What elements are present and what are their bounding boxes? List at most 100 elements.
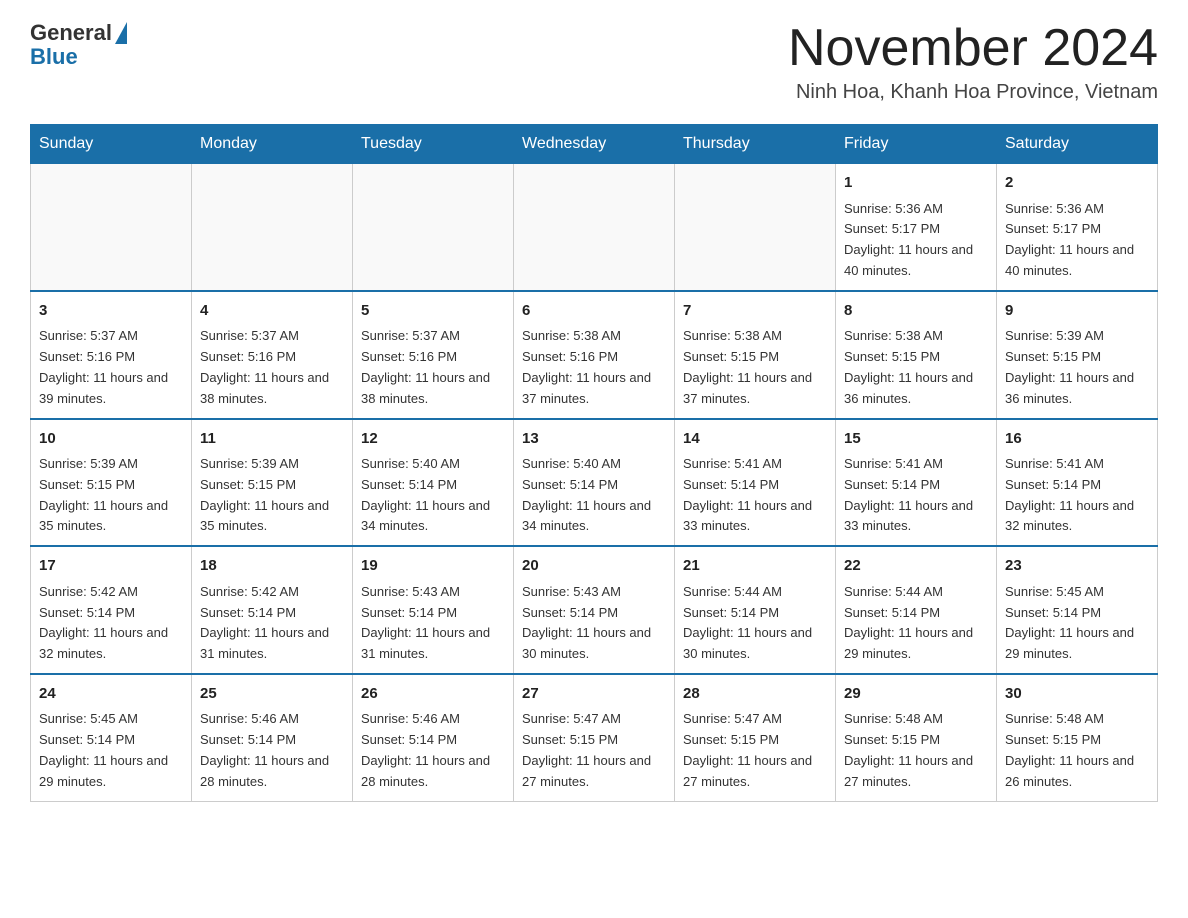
day-number: 9 bbox=[1005, 300, 1149, 323]
calendar-cell: 23Sunrise: 5:45 AM Sunset: 5:14 PM Dayli… bbox=[997, 546, 1158, 674]
day-info: Sunrise: 5:40 AM Sunset: 5:14 PM Dayligh… bbox=[361, 454, 505, 537]
day-number: 27 bbox=[522, 683, 666, 706]
day-info: Sunrise: 5:47 AM Sunset: 5:15 PM Dayligh… bbox=[522, 709, 666, 792]
weekday-header-friday: Friday bbox=[836, 125, 997, 164]
calendar-cell: 25 Sunrise: 5:46 AM Sunset: 5:14 PM Dayli… bbox=[192, 674, 353, 801]
day-number: 17 bbox=[39, 555, 183, 578]
day-info: Sunrise: 5:43 AM Sunset: 5:14 PM Dayligh… bbox=[361, 582, 505, 665]
day-number: 23 bbox=[1005, 555, 1149, 578]
day-number: 22 bbox=[844, 555, 988, 578]
calendar-cell: 9 Sunrise: 5:39 AM Sunset: 5:15 PM Daylig… bbox=[997, 291, 1158, 419]
logo-triangle-icon bbox=[115, 22, 127, 44]
calendar-cell: 8 Sunrise: 5:38 AM Sunset: 5:15 PM Daylig… bbox=[836, 291, 997, 419]
day-number: 29 bbox=[844, 683, 988, 706]
calendar-cell: 16Sunrise: 5:41 AM Sunset: 5:14 PM Dayli… bbox=[997, 419, 1158, 547]
day-info: Sunrise: 5:41 AM Sunset: 5:14 PM Dayligh… bbox=[683, 454, 827, 537]
day-number: 7 bbox=[683, 300, 827, 323]
month-title: November 2024 bbox=[788, 20, 1158, 77]
calendar-cell: 3 Sunrise: 5:37 AM Sunset: 5:16 PM Daylig… bbox=[31, 291, 192, 419]
day-info: Sunrise: 5:48 AM Sunset: 5:15 PM Dayligh… bbox=[1005, 709, 1149, 792]
day-info: Sunrise: 5:47 AM Sunset: 5:15 PM Dayligh… bbox=[683, 709, 827, 792]
calendar-cell: 12Sunrise: 5:40 AM Sunset: 5:14 PM Dayli… bbox=[353, 419, 514, 547]
day-number: 13 bbox=[522, 428, 666, 451]
day-number: 3 bbox=[39, 300, 183, 323]
day-number: 10 bbox=[39, 428, 183, 451]
day-info: Sunrise: 5:38 AM Sunset: 5:15 PM Dayligh… bbox=[844, 326, 988, 409]
day-info: Sunrise: 5:44 AM Sunset: 5:14 PM Dayligh… bbox=[844, 582, 988, 665]
day-info: Sunrise: 5:46 AM Sunset: 5:14 PM Dayligh… bbox=[361, 709, 505, 792]
weekday-header-tuesday: Tuesday bbox=[353, 125, 514, 164]
day-number: 15 bbox=[844, 428, 988, 451]
calendar-cell: 26Sunrise: 5:46 AM Sunset: 5:14 PM Dayli… bbox=[353, 674, 514, 801]
calendar-cell bbox=[192, 164, 353, 291]
logo-general: General bbox=[30, 20, 127, 46]
weekday-header-thursday: Thursday bbox=[675, 125, 836, 164]
day-info: Sunrise: 5:44 AM Sunset: 5:14 PM Dayligh… bbox=[683, 582, 827, 665]
title-section: November 2024 Ninh Hoa, Khanh Hoa Provin… bbox=[788, 20, 1158, 104]
calendar-cell: 30 Sunrise: 5:48 AM Sunset: 5:15 PM Dayli… bbox=[997, 674, 1158, 801]
day-info: Sunrise: 5:37 AM Sunset: 5:16 PM Dayligh… bbox=[200, 326, 344, 409]
day-number: 24 bbox=[39, 683, 183, 706]
calendar-cell: 20Sunrise: 5:43 AM Sunset: 5:14 PM Dayli… bbox=[514, 546, 675, 674]
calendar-cell: 29 Sunrise: 5:48 AM Sunset: 5:15 PM Dayli… bbox=[836, 674, 997, 801]
calendar-cell bbox=[353, 164, 514, 291]
weekday-header-wednesday: Wednesday bbox=[514, 125, 675, 164]
calendar-cell: 19 Sunrise: 5:43 AM Sunset: 5:14 PM Dayli… bbox=[353, 546, 514, 674]
day-info: Sunrise: 5:45 AM Sunset: 5:14 PM Dayligh… bbox=[39, 709, 183, 792]
day-number: 8 bbox=[844, 300, 988, 323]
day-number: 2 bbox=[1005, 172, 1149, 195]
day-number: 4 bbox=[200, 300, 344, 323]
day-info: Sunrise: 5:48 AM Sunset: 5:15 PM Dayligh… bbox=[844, 709, 988, 792]
day-number: 19 bbox=[361, 555, 505, 578]
day-info: Sunrise: 5:40 AM Sunset: 5:14 PM Dayligh… bbox=[522, 454, 666, 537]
day-number: 1 bbox=[844, 172, 988, 195]
logo: General Blue bbox=[30, 20, 127, 70]
day-number: 16 bbox=[1005, 428, 1149, 451]
calendar-cell: 10 Sunrise: 5:39 AM Sunset: 5:15 PM Dayli… bbox=[31, 419, 192, 547]
day-number: 28 bbox=[683, 683, 827, 706]
day-info: Sunrise: 5:38 AM Sunset: 5:16 PM Dayligh… bbox=[522, 326, 666, 409]
weekday-header-saturday: Saturday bbox=[997, 125, 1158, 164]
calendar-cell bbox=[514, 164, 675, 291]
calendar-week-5: 24 Sunrise: 5:45 AM Sunset: 5:14 PM Dayli… bbox=[31, 674, 1158, 801]
day-info: Sunrise: 5:38 AM Sunset: 5:15 PM Dayligh… bbox=[683, 326, 827, 409]
weekday-header-row: SundayMondayTuesdayWednesdayThursdayFrid… bbox=[31, 125, 1158, 164]
day-number: 25 bbox=[200, 683, 344, 706]
day-info: Sunrise: 5:36 AM Sunset: 5:17 PM Dayligh… bbox=[1005, 199, 1149, 282]
day-info: Sunrise: 5:37 AM Sunset: 5:16 PM Dayligh… bbox=[39, 326, 183, 409]
day-number: 11 bbox=[200, 428, 344, 451]
day-info: Sunrise: 5:46 AM Sunset: 5:14 PM Dayligh… bbox=[200, 709, 344, 792]
day-number: 30 bbox=[1005, 683, 1149, 706]
calendar-cell: 2 Sunrise: 5:36 AM Sunset: 5:17 PM Daylig… bbox=[997, 164, 1158, 291]
weekday-header-monday: Monday bbox=[192, 125, 353, 164]
calendar-cell: 5Sunrise: 5:37 AM Sunset: 5:16 PM Daylig… bbox=[353, 291, 514, 419]
calendar-cell bbox=[31, 164, 192, 291]
day-number: 18 bbox=[200, 555, 344, 578]
day-info: Sunrise: 5:39 AM Sunset: 5:15 PM Dayligh… bbox=[1005, 326, 1149, 409]
day-info: Sunrise: 5:42 AM Sunset: 5:14 PM Dayligh… bbox=[200, 582, 344, 665]
calendar-cell: 13 Sunrise: 5:40 AM Sunset: 5:14 PM Dayli… bbox=[514, 419, 675, 547]
day-info: Sunrise: 5:41 AM Sunset: 5:14 PM Dayligh… bbox=[844, 454, 988, 537]
logo-blue-text: Blue bbox=[30, 44, 78, 70]
day-info: Sunrise: 5:39 AM Sunset: 5:15 PM Dayligh… bbox=[39, 454, 183, 537]
calendar-cell bbox=[675, 164, 836, 291]
calendar-cell: 4 Sunrise: 5:37 AM Sunset: 5:16 PM Daylig… bbox=[192, 291, 353, 419]
calendar-week-4: 17 Sunrise: 5:42 AM Sunset: 5:14 PM Dayli… bbox=[31, 546, 1158, 674]
day-info: Sunrise: 5:39 AM Sunset: 5:15 PM Dayligh… bbox=[200, 454, 344, 537]
day-info: Sunrise: 5:42 AM Sunset: 5:14 PM Dayligh… bbox=[39, 582, 183, 665]
calendar-cell: 22 Sunrise: 5:44 AM Sunset: 5:14 PM Dayli… bbox=[836, 546, 997, 674]
calendar-cell: 24 Sunrise: 5:45 AM Sunset: 5:14 PM Dayli… bbox=[31, 674, 192, 801]
calendar-cell: 28 Sunrise: 5:47 AM Sunset: 5:15 PM Dayli… bbox=[675, 674, 836, 801]
calendar-cell: 18 Sunrise: 5:42 AM Sunset: 5:14 PM Dayli… bbox=[192, 546, 353, 674]
page-header: General Blue November 2024 Ninh Hoa, Kha… bbox=[30, 20, 1158, 104]
calendar-week-3: 10 Sunrise: 5:39 AM Sunset: 5:15 PM Dayli… bbox=[31, 419, 1158, 547]
calendar-cell: 1 Sunrise: 5:36 AM Sunset: 5:17 PM Daylig… bbox=[836, 164, 997, 291]
day-number: 21 bbox=[683, 555, 827, 578]
calendar-table: SundayMondayTuesdayWednesdayThursdayFrid… bbox=[30, 124, 1158, 801]
day-info: Sunrise: 5:36 AM Sunset: 5:17 PM Dayligh… bbox=[844, 199, 988, 282]
day-number: 20 bbox=[522, 555, 666, 578]
location-subtitle: Ninh Hoa, Khanh Hoa Province, Vietnam bbox=[788, 81, 1158, 104]
day-info: Sunrise: 5:37 AM Sunset: 5:16 PM Dayligh… bbox=[361, 326, 505, 409]
day-number: 6 bbox=[522, 300, 666, 323]
calendar-cell: 6 Sunrise: 5:38 AM Sunset: 5:16 PM Daylig… bbox=[514, 291, 675, 419]
